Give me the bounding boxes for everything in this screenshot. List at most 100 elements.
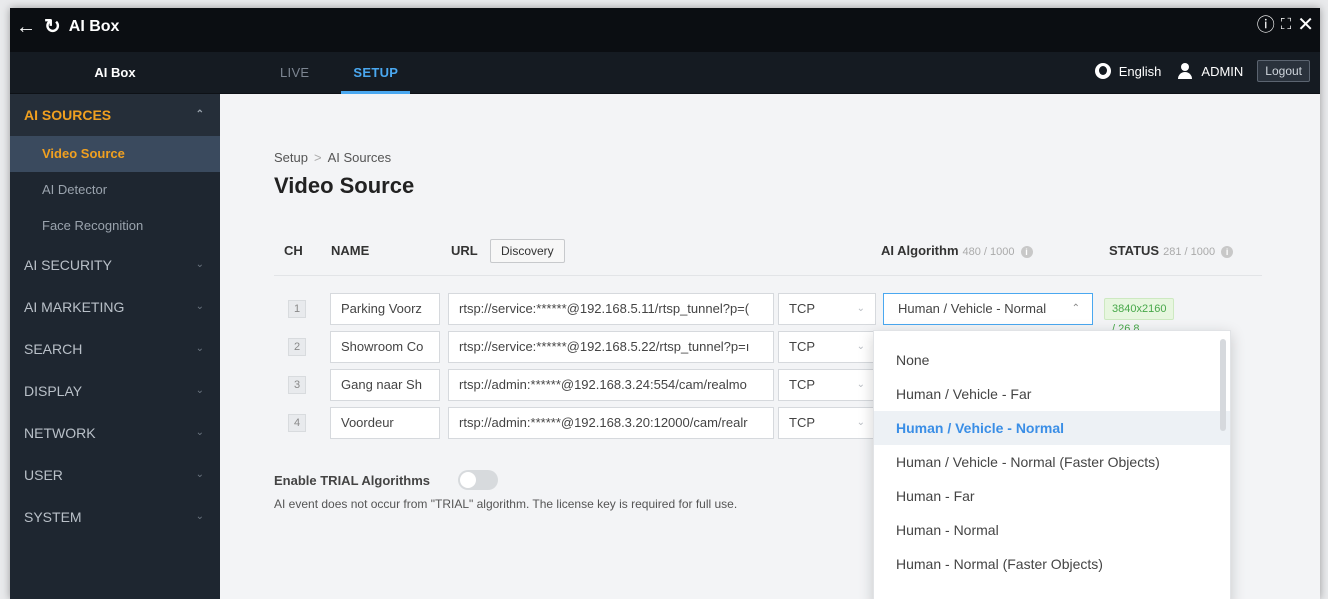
sidebar: AI SOURCES ⌃ Video Source AI Detector Fa… <box>10 94 220 599</box>
sidebar-group-search[interactable]: SEARCH ⌄ <box>10 328 220 370</box>
status-badge: 3840x2160 / 26.8 <box>1104 298 1175 335</box>
sidebar-item-face-recognition[interactable]: Face Recognition <box>10 208 220 244</box>
ai-algorithm-label: AI Algorithm <box>881 243 959 258</box>
name-field[interactable]: Gang naar Sh <box>330 369 440 401</box>
chevron-up-icon: ⌃ <box>195 109 204 120</box>
protocol-value: TCP <box>789 301 815 316</box>
sidebar-group-ai-marketing[interactable]: AI MARKETING ⌄ <box>10 286 220 328</box>
chevron-up-icon: ⌃ <box>1071 303 1080 314</box>
column-header-name: NAME <box>331 243 370 258</box>
protocol-select[interactable]: TCP ⌄ <box>778 407 876 439</box>
sidebar-group-label: AI SECURITY <box>24 257 112 273</box>
info-icon[interactable]: ⓘ <box>1257 14 1275 36</box>
status-label: STATUS <box>1109 243 1160 258</box>
brand-label: AI Box <box>94 65 136 80</box>
sidebar-group-label: SEARCH <box>24 341 83 357</box>
app-window: ← ↻ AI Box ⓘ ⛶ ✕ AI Box LIVE SETUP Engli… <box>10 8 1320 599</box>
chevron-down-icon: ⌄ <box>195 343 204 354</box>
tab-live[interactable]: LIVE <box>280 52 309 94</box>
refresh-icon[interactable]: ↻ <box>44 16 61 38</box>
dropdown-option[interactable]: Human / Vehicle - Far <box>874 377 1230 411</box>
page-title: Video Source <box>274 173 415 198</box>
ai-algorithm-count: 480 / 1000 <box>962 246 1015 258</box>
dropdown-option[interactable]: Human - Normal (Faster Objects) <box>874 547 1230 581</box>
trial-note: AI event does not occur from "TRIAL" alg… <box>274 497 738 511</box>
status-count: 281 / 1000 <box>1163 246 1216 258</box>
fullscreen-icon[interactable]: ⛶ <box>1281 14 1292 36</box>
ai-algorithm-dropdown: None Human / Vehicle - Far Human / Vehic… <box>873 330 1231 599</box>
protocol-value: TCP <box>789 377 815 392</box>
chevron-down-icon: ⌄ <box>856 417 865 428</box>
sidebar-group-label: AI SOURCES <box>24 107 112 123</box>
column-header-status: STATUS 281 / 1000 i <box>1109 243 1234 258</box>
chevron-down-icon: ⌄ <box>195 427 204 438</box>
sidebar-group-label: DISPLAY <box>24 383 83 399</box>
url-field[interactable]: rtsp://admin:******@192.168.3.24:554/cam… <box>448 369 774 401</box>
dropdown-option[interactable]: Human - Normal <box>874 513 1230 547</box>
discovery-button[interactable]: Discovery <box>490 239 565 263</box>
dropdown-option[interactable]: Human / Vehicle - Normal (Faster Objects… <box>874 445 1230 479</box>
chevron-down-icon: ⌄ <box>195 469 204 480</box>
chevron-down-icon: ⌄ <box>195 259 204 270</box>
url-field[interactable]: rtsp://service:******@192.168.5.11/rtsp_… <box>448 293 774 325</box>
language-selector[interactable]: English <box>1119 64 1162 79</box>
protocol-select[interactable]: TCP ⌄ <box>778 293 876 325</box>
trial-algorithms-label: Enable TRIAL Algorithms <box>274 473 431 488</box>
window-title: AI Box <box>68 18 120 35</box>
top-header: AI Box LIVE SETUP English ADMIN Logout <box>10 52 1320 94</box>
close-icon[interactable]: ✕ <box>1297 14 1314 36</box>
tab-setup[interactable]: SETUP <box>341 52 411 94</box>
column-header-ch: CH <box>284 243 303 258</box>
sidebar-group-label: USER <box>24 467 63 483</box>
breadcrumb-setup[interactable]: Setup <box>274 150 308 165</box>
globe-icon[interactable] <box>1094 63 1111 79</box>
channel-number: 4 <box>288 414 306 432</box>
dropdown-option[interactable]: None <box>874 343 1230 377</box>
info-icon[interactable]: i <box>1221 245 1234 258</box>
channel-number: 1 <box>288 300 306 318</box>
breadcrumb: Setup > AI Sources <box>274 150 391 165</box>
channel-number: 3 <box>288 376 306 394</box>
sidebar-group-user[interactable]: USER ⌄ <box>10 454 220 496</box>
chevron-down-icon: ⌄ <box>856 303 865 314</box>
protocol-value: TCP <box>789 415 815 430</box>
sidebar-group-label: AI MARKETING <box>24 299 125 315</box>
sidebar-group-system[interactable]: SYSTEM ⌄ <box>10 496 220 538</box>
protocol-select[interactable]: TCP ⌄ <box>778 369 876 401</box>
sidebar-item-video-source[interactable]: Video Source <box>10 136 220 172</box>
user-icon <box>1177 63 1193 79</box>
chevron-down-icon: ⌄ <box>195 301 204 312</box>
sidebar-group-ai-sources[interactable]: AI SOURCES ⌃ <box>10 94 220 136</box>
dropdown-option[interactable]: Human - Far <box>874 479 1230 513</box>
back-arrow-icon[interactable]: ← <box>16 16 36 38</box>
column-header-url: URL <box>451 243 478 258</box>
name-field[interactable]: Parking Voorz <box>330 293 440 325</box>
sidebar-group-display[interactable]: DISPLAY ⌄ <box>10 370 220 412</box>
info-icon[interactable]: i <box>1020 245 1033 258</box>
sidebar-group-label: SYSTEM <box>24 509 82 525</box>
breadcrumb-separator-icon: > <box>313 150 322 165</box>
logout-button[interactable]: Logout <box>1257 60 1310 82</box>
dropdown-option-selected[interactable]: Human / Vehicle - Normal <box>874 411 1230 445</box>
sidebar-group-network[interactable]: NETWORK ⌄ <box>10 412 220 454</box>
header-divider <box>274 275 1262 276</box>
sidebar-group-label: NETWORK <box>24 425 96 441</box>
user-name: ADMIN <box>1201 63 1244 79</box>
algorithm-value: Human / Vehicle - Normal <box>898 301 1047 316</box>
chevron-down-icon: ⌄ <box>195 511 204 522</box>
dropdown-scrollbar[interactable] <box>1220 339 1226 431</box>
channel-number: 2 <box>288 338 306 356</box>
sidebar-item-ai-detector[interactable]: AI Detector <box>10 172 220 208</box>
name-field[interactable]: Showroom Co <box>330 331 440 363</box>
url-field[interactable]: rtsp://service:******@192.168.5.22/rtsp_… <box>448 331 774 363</box>
ai-algorithm-select[interactable]: Human / Vehicle - Normal ⌃ <box>883 293 1093 325</box>
name-field[interactable]: Voordeur <box>330 407 440 439</box>
column-header-ai-algorithm: AI Algorithm 480 / 1000 i <box>881 243 1033 258</box>
chevron-down-icon: ⌄ <box>856 341 865 352</box>
sidebar-group-ai-security[interactable]: AI SECURITY ⌄ <box>10 244 220 286</box>
trial-algorithms-toggle[interactable] <box>458 470 498 490</box>
protocol-select[interactable]: TCP ⌄ <box>778 331 876 363</box>
url-field[interactable]: rtsp://admin:******@192.168.3.20:12000/c… <box>448 407 774 439</box>
chevron-down-icon: ⌄ <box>195 385 204 396</box>
breadcrumb-ai-sources[interactable]: AI Sources <box>328 150 392 165</box>
